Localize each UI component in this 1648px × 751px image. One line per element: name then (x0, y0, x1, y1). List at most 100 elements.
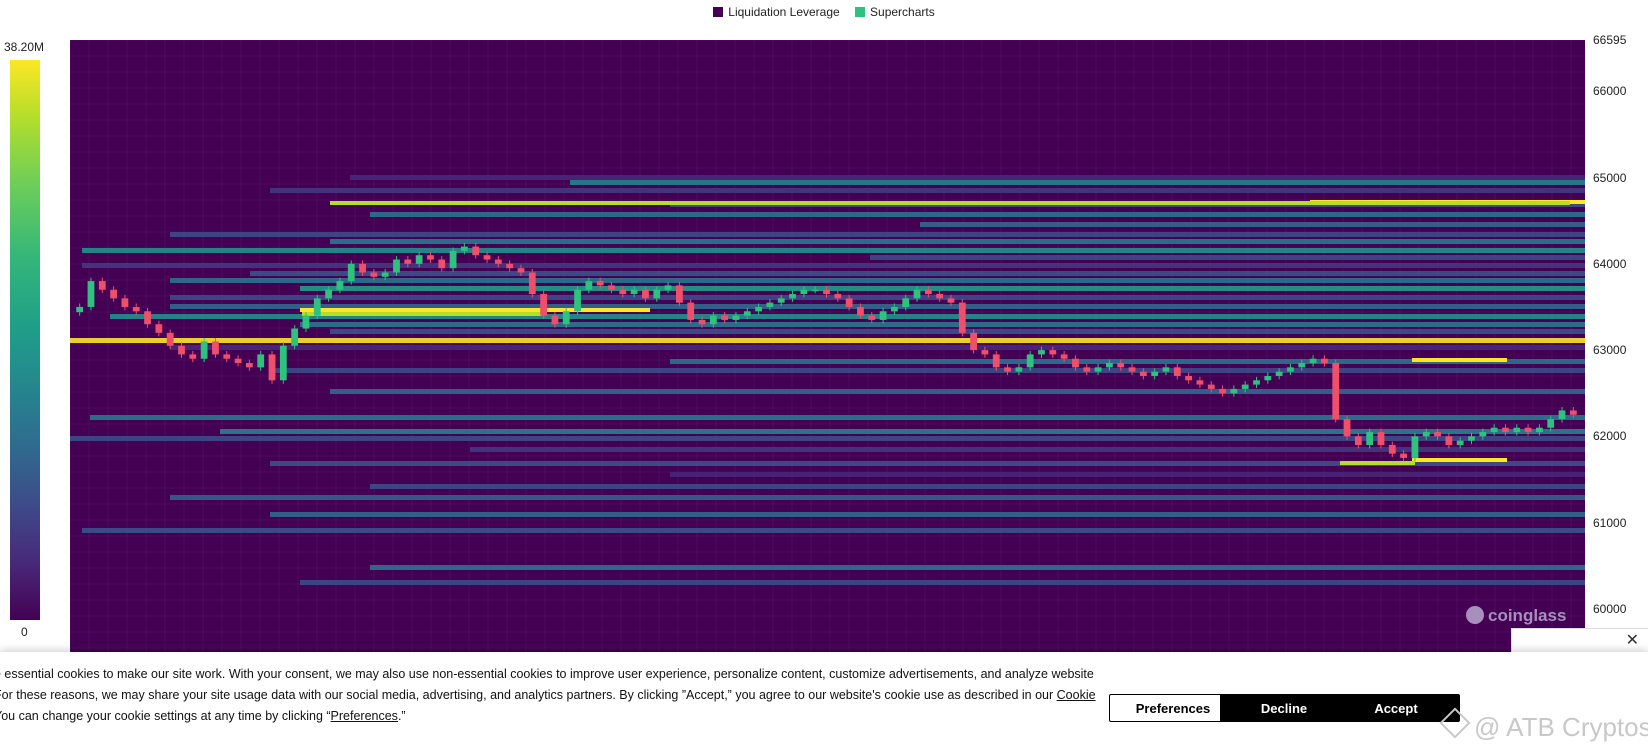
candle (325, 289, 332, 299)
preferences-link[interactable]: Preferences (331, 709, 398, 723)
candle (506, 263, 514, 269)
candle (653, 289, 661, 299)
heatmap-band (82, 528, 1585, 533)
candle (449, 250, 457, 269)
cookie-text: e essential cookies to make our site wor… (0, 664, 1096, 727)
candle (1049, 350, 1057, 355)
y-tick-label: 60000 (1593, 601, 1627, 616)
candle (947, 298, 955, 303)
accept-button[interactable]: Accept (1332, 694, 1460, 722)
candle (1400, 453, 1407, 458)
candle (924, 289, 932, 295)
cookie-text-line-2: For these reasons, we may share your sit… (0, 685, 1096, 706)
candle (1354, 436, 1362, 445)
heatmap-band (90, 415, 1585, 420)
candle (1015, 367, 1023, 372)
candle (1094, 367, 1102, 372)
candle (709, 315, 717, 325)
candle (732, 315, 740, 320)
close-icon[interactable]: ✕ (1626, 630, 1639, 650)
candle (789, 294, 796, 299)
candle (891, 306, 898, 312)
candle (189, 354, 197, 359)
heatmap-highlight (1340, 461, 1415, 465)
heatmap-band (170, 232, 1585, 237)
chart-legend: Liquidation Leverage Supercharts (0, 5, 1648, 20)
candle (1026, 354, 1034, 368)
candle (1536, 427, 1543, 433)
candle (608, 285, 615, 290)
candle (268, 354, 276, 381)
heatmap-plot-area[interactable] (70, 40, 1585, 652)
candle (404, 259, 412, 264)
candle (1219, 388, 1226, 394)
candle (144, 311, 151, 325)
candle (257, 354, 265, 368)
candle (528, 272, 536, 295)
legend-label-supercharts: Supercharts (870, 5, 935, 19)
candle (1083, 367, 1091, 372)
candle (517, 268, 525, 273)
heatmap-band (300, 580, 1585, 585)
colorscale-max-label: 38.20M (4, 40, 45, 54)
candle (596, 281, 604, 286)
candle (1264, 375, 1272, 381)
candle (438, 259, 446, 269)
candle (1287, 367, 1294, 372)
candle (743, 311, 751, 316)
candle (642, 289, 649, 299)
heatmap-band (670, 472, 1585, 477)
candle (98, 281, 106, 290)
preferences-button[interactable]: Preferences (1109, 694, 1237, 722)
legend-item-liquidation-leverage[interactable]: Liquidation Leverage (713, 5, 840, 19)
candle (585, 281, 593, 290)
candle (1422, 432, 1430, 437)
heatmap-band (370, 212, 1585, 217)
candle (223, 354, 231, 359)
candle (879, 311, 887, 320)
candle (370, 272, 378, 277)
candle (155, 324, 163, 333)
candle (619, 289, 627, 295)
candle (393, 259, 400, 273)
candle (1207, 384, 1215, 389)
candle (1162, 367, 1170, 372)
candle (336, 281, 344, 290)
candle (313, 298, 321, 316)
candle (811, 289, 819, 292)
candle (87, 281, 95, 307)
candle (992, 354, 1000, 368)
cookie-text-line-2-body: For these reasons, we may share your sit… (0, 688, 1057, 702)
candle (1117, 363, 1125, 368)
heatmap-band (330, 239, 1585, 244)
legend-swatch-supercharts (855, 7, 866, 17)
cookie-policy-link[interactable]: Cookie (1057, 688, 1096, 702)
candle (1479, 432, 1487, 437)
legend-item-supercharts[interactable]: Supercharts (855, 5, 935, 19)
y-tick-label: 65000 (1593, 170, 1627, 185)
cookie-text-line-1: e essential cookies to make our site wor… (0, 667, 1094, 681)
candle (1139, 371, 1147, 376)
candle (1468, 436, 1475, 441)
candle (574, 289, 581, 312)
candle (1377, 432, 1385, 445)
candle (347, 263, 355, 282)
candle (1060, 354, 1068, 359)
candle (1230, 388, 1238, 394)
heatmap-highlight (302, 312, 542, 316)
candle (1321, 358, 1328, 364)
candle (981, 350, 989, 355)
candle (1072, 358, 1079, 368)
candle (1411, 436, 1419, 458)
heatmap-band (330, 329, 1585, 334)
y-tick-label: 62000 (1593, 429, 1627, 444)
heatmap-band (300, 322, 1585, 327)
candle (1502, 427, 1509, 433)
heatmap-band (870, 255, 1585, 260)
decline-button[interactable]: Decline (1220, 694, 1348, 722)
candle (970, 332, 977, 351)
candle (1298, 363, 1306, 368)
cookie-text-line-3-body: You can change your cookie settings at a… (0, 709, 331, 723)
candle (279, 345, 287, 381)
candle (1106, 363, 1113, 368)
